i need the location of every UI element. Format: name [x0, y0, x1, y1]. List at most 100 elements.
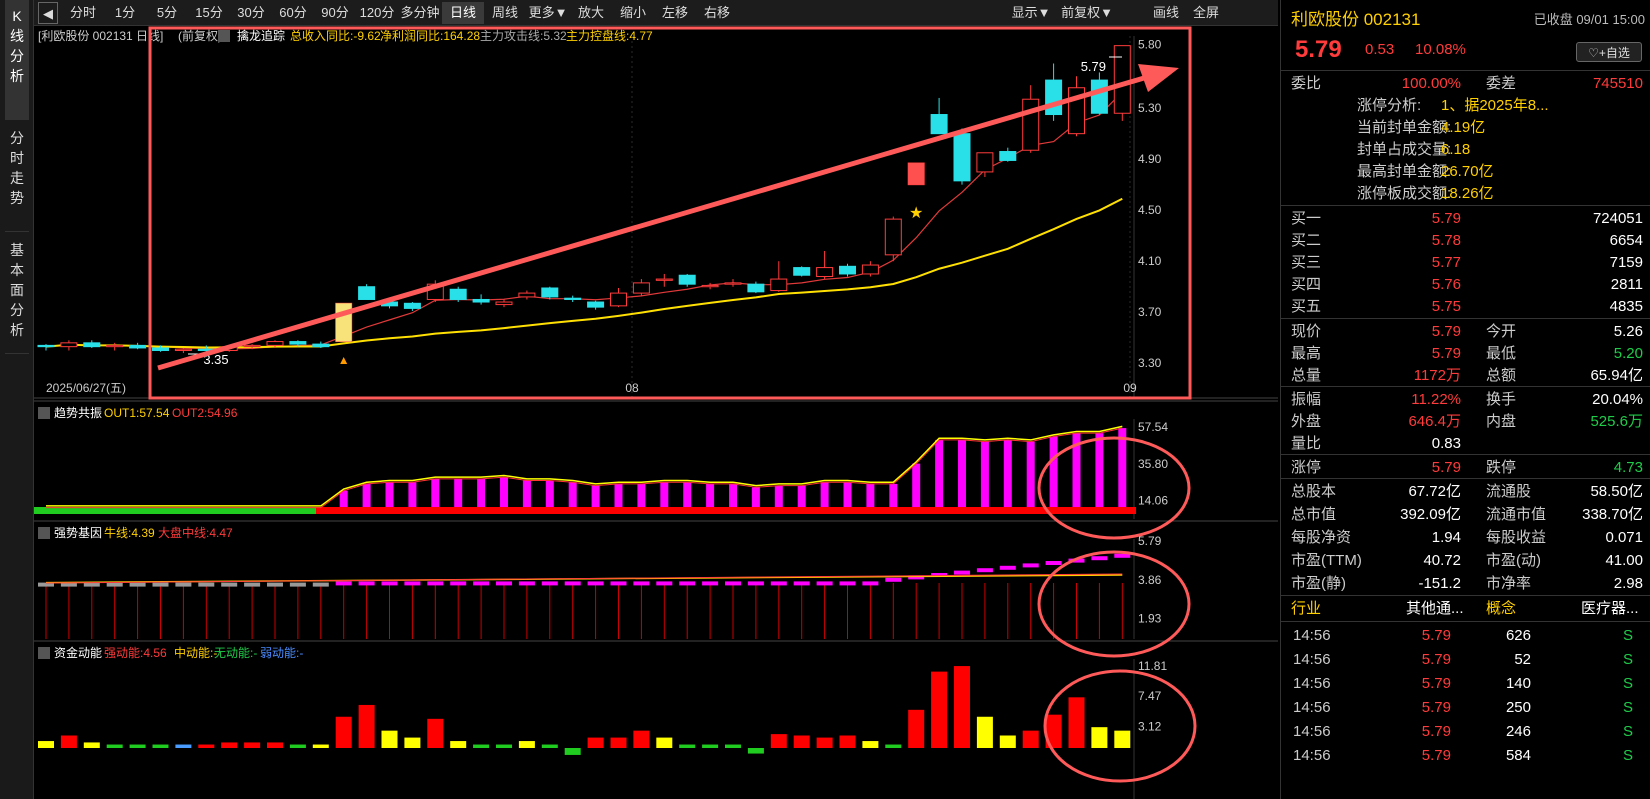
candle-body [243, 344, 261, 348]
toolbar-right-btn-2[interactable]: 画线 [1148, 2, 1184, 24]
toolbar-right-btn-1[interactable]: 前复权▼ [1056, 2, 1118, 24]
limit-row: 涨停 5.79 跌停 4.73 [1281, 456, 1650, 480]
rp-cell: 14:56 [1293, 675, 1331, 692]
toolbar-right-btn-3[interactable]: 全屏 [1188, 2, 1224, 24]
toolbar-btn-8[interactable]: 多分钟 [398, 2, 442, 24]
toolbar-btn-9[interactable]: 日线 [442, 2, 484, 24]
nav-fundamental[interactable]: 基本面分析 [5, 234, 29, 354]
quote-row: 现价 5.79 今开 5.26 [1281, 320, 1650, 344]
back-button[interactable]: ◀ [38, 2, 58, 24]
toolbar-btn-6[interactable]: 90分 [314, 2, 356, 24]
flow-bar [404, 737, 421, 748]
toolbar-btn-5[interactable]: 60分 [272, 2, 314, 24]
rp-cell: 封单占成交量: [1357, 141, 1452, 158]
rp-cell: 总额 [1486, 367, 1517, 384]
tick-row: 14:56 5.79 250 S [1281, 696, 1650, 720]
gene-bar [725, 581, 741, 586]
change: 0.53 [1365, 41, 1395, 58]
rp-cell: 最高 [1291, 345, 1322, 362]
candle-body [861, 264, 879, 275]
flow-bar [427, 718, 444, 748]
gene-bar [999, 565, 1016, 570]
gene-b: 大盘中线:4.47 [158, 525, 233, 540]
rp-cell: 流通股 [1486, 483, 1532, 500]
gene-bar [83, 582, 100, 587]
toolbar-right-btn-0[interactable]: 显示▼ [1006, 2, 1056, 24]
rp-separator [1281, 478, 1650, 479]
toolbar-btn-12[interactable]: 放大 [570, 2, 612, 24]
gene-bar [747, 581, 764, 586]
candle-body [266, 341, 284, 346]
rp-cell: 392.09亿 [1400, 506, 1461, 523]
concept-label: 概念 [1486, 600, 1517, 617]
add-favorite-button[interactable]: ♡+自选 [1576, 42, 1642, 62]
candle-body [174, 348, 192, 351]
toolbar-btn-11[interactable]: 更多▼ [526, 2, 570, 24]
flow-bar [106, 744, 123, 748]
rp-cell: 20.04% [1592, 391, 1643, 408]
gene-bar [633, 581, 650, 586]
rp-cell: 5.75 [1431, 298, 1461, 315]
candle-body [152, 347, 169, 351]
rp-cell: 买四 [1291, 276, 1322, 293]
trend-bar [477, 478, 486, 507]
ma20-line [45, 197, 1123, 349]
rp-cell: 跌停 [1486, 459, 1517, 476]
gene-bar [152, 582, 169, 587]
toolbar-btn-10[interactable]: 周线 [484, 2, 526, 24]
toolbar-btn-0[interactable]: 分时 [62, 2, 104, 24]
flow-bar [862, 741, 879, 748]
toolbar-btn-1[interactable]: 1分 [104, 2, 146, 24]
annotation-ellipse-1 [1037, 436, 1191, 540]
rp-cell: 2.98 [1613, 575, 1643, 592]
rp-cell: 65.94亿 [1590, 367, 1643, 384]
gene-bar [450, 581, 467, 586]
trend-a: OUT1:57.54 [104, 406, 170, 420]
rp-cell: 5.79 [1421, 723, 1451, 740]
rp-separator [1281, 621, 1650, 622]
main-f4: 主力控盘线:4.77 [566, 28, 653, 43]
flow-bar [725, 744, 741, 748]
trend-bar [980, 441, 989, 507]
gene-bar [198, 582, 215, 587]
toolbar-btn-15[interactable]: 右移 [696, 2, 738, 24]
rp-cell: 40.72 [1423, 552, 1461, 569]
main-indicator-name: 擒龙追踪 [237, 28, 285, 43]
rp-cell: 最低 [1486, 345, 1517, 362]
buy-row: 买三 5.77 7159 [1281, 251, 1650, 275]
flow-bar [587, 737, 604, 748]
toolbar-btn-14[interactable]: 左移 [654, 2, 696, 24]
candle-body [976, 152, 994, 173]
toolbar-btn-3[interactable]: 15分 [188, 2, 230, 24]
toolbar-btn-2[interactable]: 5分 [146, 2, 188, 24]
rp-cell: 584 [1505, 747, 1531, 764]
rp-cell: 140 [1505, 675, 1531, 692]
candle-body [129, 344, 147, 349]
rp-cell: 涨停板成交额: [1357, 185, 1452, 202]
candle-body [587, 301, 605, 308]
price: 5.79 [1295, 36, 1342, 63]
rp-cell: 总量 [1291, 367, 1322, 384]
rp-cell: 14:56 [1293, 723, 1331, 740]
flow-bar [770, 734, 787, 748]
flow-bar [564, 748, 581, 755]
candle-body [358, 286, 376, 300]
rp-cell: 5.77 [1431, 254, 1461, 271]
tick-row: 14:56 5.79 626 S [1281, 624, 1650, 648]
flow-bar [518, 741, 535, 748]
high-label: 5.79 [1081, 59, 1106, 74]
stat-row: 量比 0.83 [1281, 432, 1650, 456]
flow-bar [38, 741, 54, 748]
toolbar-btn-7[interactable]: 120分 [356, 2, 398, 24]
toolbar-btn-13[interactable]: 缩小 [612, 2, 654, 24]
rp-separator [1281, 205, 1650, 206]
rp-cell: S [1623, 675, 1634, 692]
toolbar-btn-4[interactable]: 30分 [230, 2, 272, 24]
nav-kline[interactable]: K线分析 [5, 0, 29, 120]
gene-bar [1022, 563, 1039, 568]
trend-bar [751, 487, 760, 507]
trend-bar [614, 483, 623, 507]
candle-body [1022, 98, 1040, 151]
rp-separator [1281, 595, 1650, 596]
nav-timeshare[interactable]: 分时走势 [5, 122, 29, 232]
